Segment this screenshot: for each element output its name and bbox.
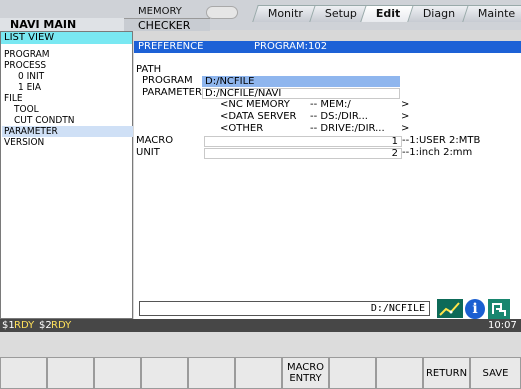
hint-data-server-name: <DATA SERVER [220,111,297,122]
guide-icon[interactable] [488,299,510,319]
system-1-state: RDY [14,320,35,331]
system-2-label: $2 [39,320,52,331]
info-icon[interactable]: i [465,299,485,319]
hint-other-end: > [401,123,410,134]
save-button[interactable]: SAVE [470,357,521,389]
list-item-version[interactable]: VERSION [2,137,133,148]
operation-mode: MEMORY [138,6,182,17]
tab-setup-label: Setup [324,7,357,20]
tab-checker[interactable]: CHECKER [124,18,210,32]
return-button[interactable]: RETURN [423,357,470,389]
preference-panel: PREFERENCE PROGRAM:102 PATH PROGRAM D:/N… [134,41,521,319]
hint-nc-memory-name: <NC MEMORY [220,99,290,110]
list-item-program[interactable]: PROGRAM [2,49,133,60]
list-item-file[interactable]: FILE [2,93,133,104]
macro-entry-button[interactable]: MACRO ENTRY [282,357,329,389]
list-view-panel: LIST VIEW PROGRAM PROCESS 0 INIT 1 EIA F… [0,31,133,319]
status-bar: $1 RDY $2 RDY 10:07 [0,319,521,332]
preference-header: PREFERENCE PROGRAM:102 [134,41,521,53]
tab-diagn-label: Diagn [422,7,456,20]
hint-data-server-end: > [401,111,410,122]
program-path-field[interactable]: D:/NCFILE [202,76,400,87]
hint-other-path: -- DRIVE:/DIR... [310,123,385,134]
softkey-9[interactable] [376,357,423,389]
softkey-4[interactable] [141,357,188,389]
softkey-2[interactable] [47,357,94,389]
parameter-path-field[interactable]: D:/NCFILE/NAVI [202,88,400,99]
system-2-state: RDY [51,320,72,331]
hint-nc-memory-end: > [401,99,410,110]
softkey-6[interactable] [235,357,282,389]
unit-hint: --1:inch 2:mm [402,147,473,158]
softkey-8[interactable] [329,357,376,389]
program-number: PROGRAM:102 [254,41,328,52]
softkey-3[interactable] [94,357,141,389]
unit-field[interactable]: 2 [204,148,402,159]
hint-data-server-path: -- DS:/DIR... [310,111,368,122]
preference-title: PREFERENCE [138,41,204,52]
hint-other-name: <OTHER [220,123,264,134]
parameter-path-label: PARAMETER [142,87,202,98]
list-item-tool[interactable]: TOOL [2,104,143,115]
tab-mainte[interactable]: Mainte [462,5,521,22]
list-item-process[interactable]: PROCESS [2,60,133,71]
mode-indicator [206,6,238,19]
command-input[interactable]: D:/NCFILE [139,301,430,316]
program-path-label: PROGRAM [142,75,193,86]
tab-navi-main[interactable]: NAVI MAIN [0,18,130,31]
clock: 10:07 [488,320,517,331]
tab-mainte-label: Mainte [477,7,516,20]
softkey-1[interactable] [0,357,47,389]
system-1-label: $1 [2,320,15,331]
unit-label: UNIT [136,147,160,158]
list-item-eia[interactable]: 1 EIA [2,82,147,93]
list-item-parameter[interactable]: PARAMETER [2,126,133,137]
softkey-5[interactable] [188,357,235,389]
macro-hint: --1:USER 2:MTB [402,135,481,146]
tab-edit-label: Edit [375,7,401,20]
macro-field[interactable]: 1 [204,136,402,147]
list-view-header: LIST VIEW [1,32,132,44]
hint-nc-memory-path: -- MEM:/ [310,99,351,110]
chart-icon[interactable] [437,299,463,318]
list-item-init[interactable]: 0 INIT [2,71,147,82]
list-item-cut-condtn[interactable]: CUT CONDTN [2,115,143,126]
tab-monitr-label: Monitr [267,7,303,20]
macro-label: MACRO [136,135,174,146]
